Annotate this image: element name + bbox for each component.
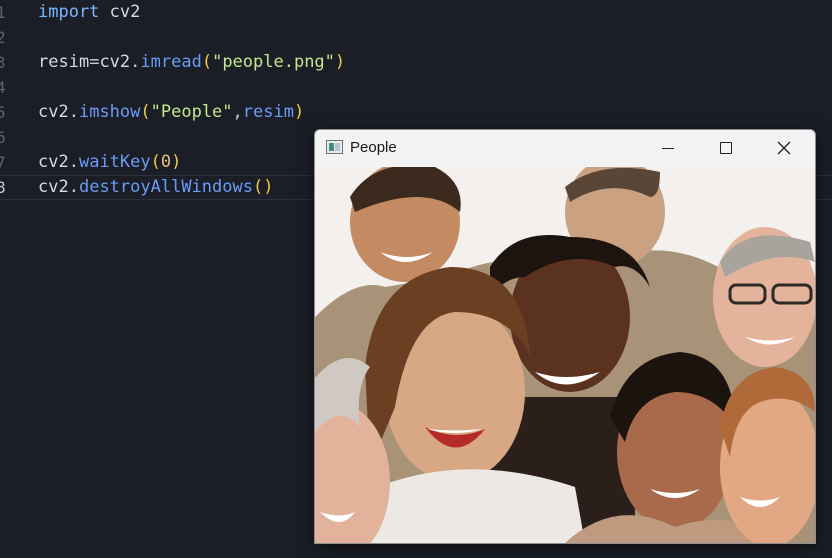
string-literal: "people.png": [212, 52, 335, 72]
paren: (: [150, 152, 161, 172]
minimize-button[interactable]: [639, 130, 697, 167]
dot: .: [130, 52, 141, 72]
module-name: cv2: [38, 177, 69, 197]
code-line-1[interactable]: 1 import cv2: [0, 0, 832, 25]
line-number: 2: [0, 28, 6, 47]
string-literal: "People": [150, 102, 233, 122]
window-titlebar[interactable]: People: [315, 130, 815, 167]
line-number: 1: [0, 3, 6, 22]
line-number: 6: [0, 128, 6, 147]
code-line-5[interactable]: 5 cv2.imshow("People",resim): [0, 100, 832, 125]
paren: (): [252, 177, 274, 197]
code-line-4[interactable]: 4: [0, 75, 832, 100]
line-number: 5: [0, 103, 6, 122]
function-name: imshow: [78, 102, 141, 122]
opencv-image-window[interactable]: People: [314, 129, 816, 544]
module-name: cv2: [109, 2, 141, 22]
variable: resim: [38, 52, 90, 72]
code-line-3[interactable]: 3 resim=cv2.imread("people.png"): [0, 50, 832, 75]
window-title: People: [350, 139, 397, 156]
people-photo: [315, 157, 815, 543]
module-name: cv2: [99, 52, 131, 72]
line-number: 8: [0, 178, 6, 197]
close-icon: [777, 141, 791, 155]
operator: =: [89, 52, 100, 72]
code-line-2[interactable]: 2: [0, 25, 832, 50]
module-name: cv2: [38, 102, 69, 122]
keyword: import: [38, 2, 100, 22]
function-name: imread: [140, 52, 202, 72]
module-name: cv2: [38, 152, 69, 172]
dot: .: [68, 102, 79, 122]
paren: (: [140, 102, 151, 122]
number-literal: 0: [160, 152, 172, 172]
image-display: [315, 157, 815, 543]
line-number: 4: [0, 78, 6, 97]
argument: resim: [242, 102, 294, 122]
paren: ): [171, 152, 182, 172]
app-icon: [326, 140, 343, 154]
line-number: 3: [0, 53, 6, 72]
paren: (: [201, 52, 213, 72]
function-name: destroyAllWindows: [78, 177, 253, 197]
function-name: waitKey: [78, 152, 151, 172]
maximize-button[interactable]: [697, 130, 755, 167]
dot: .: [68, 152, 79, 172]
line-number: 7: [0, 153, 6, 172]
paren: ): [293, 102, 305, 122]
paren: ): [334, 52, 346, 72]
comma: ,: [232, 102, 243, 122]
close-button[interactable]: [755, 130, 813, 167]
dot: .: [68, 177, 79, 197]
